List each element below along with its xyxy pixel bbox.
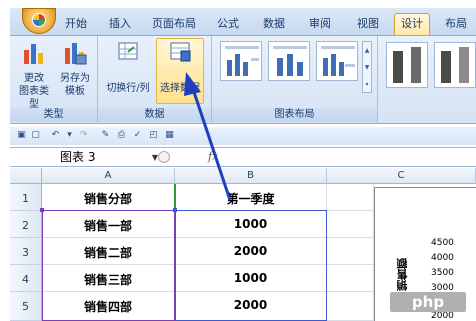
chart-layouts-group: ▲ ▼ ▾ 图表布局 <box>212 36 378 124</box>
chart-y-tick: 2000 <box>431 311 454 321</box>
cell-c3[interactable] <box>327 238 374 265</box>
tab-insert[interactable]: 插入 <box>102 14 138 34</box>
name-box[interactable]: 图表 3 ▼ <box>50 149 170 166</box>
data-group: 切换行/列 选择数据 数据 <box>98 36 212 124</box>
switch-row-column-label: 切换行/列 <box>106 83 150 94</box>
switch-row-column-icon <box>118 42 138 60</box>
formula-circle-icon <box>158 151 170 163</box>
cell-c2[interactable] <box>327 211 374 238</box>
fx-icon[interactable]: fx <box>208 150 218 163</box>
tab-design[interactable]: 设计 <box>394 13 430 35</box>
cell-c1[interactable] <box>327 184 374 211</box>
preview-icon[interactable]: ◰ <box>148 130 159 141</box>
save-as-template-button[interactable]: 另存为 模板 <box>56 40 94 98</box>
cell-a1[interactable]: 销售分部 <box>42 184 175 211</box>
save-as-template-label-2: 模板 <box>65 86 85 97</box>
new-doc-icon[interactable]: ▢ <box>30 130 41 141</box>
select-data-label: 选择数据 <box>160 83 200 94</box>
cell-b1[interactable]: 第一季度 <box>175 184 327 211</box>
chart-y-tick: 4500 <box>431 238 454 248</box>
range-handle-blue[interactable] <box>173 208 177 212</box>
series-name-marker <box>174 184 176 211</box>
column-header-b[interactable]: B <box>175 168 327 184</box>
cell-c5[interactable] <box>327 292 374 321</box>
chart-layout-3[interactable] <box>316 41 358 81</box>
undo-dropdown-icon[interactable]: ▾ <box>64 130 75 141</box>
chart-y-axis-label: 销售额 <box>396 258 409 291</box>
tab-page-layout[interactable]: 页面布局 <box>146 14 202 34</box>
tab-data[interactable]: 数据 <box>256 14 292 34</box>
select-data-icon <box>170 42 191 62</box>
category-range-highlight <box>42 210 175 321</box>
type-group: 更改 图表类型 另存为 模板 类型 <box>10 36 98 124</box>
value-range-highlight <box>175 210 327 321</box>
office-button[interactable] <box>22 8 56 34</box>
chart-style-2[interactable] <box>434 42 476 88</box>
column-header-a[interactable]: A <box>42 168 175 184</box>
row-header-3[interactable]: 3 <box>10 238 42 265</box>
row-header-5[interactable]: 5 <box>10 292 42 321</box>
chart-y-tick: 3500 <box>431 268 454 278</box>
row-header-1[interactable]: 1 <box>10 184 42 211</box>
print-icon[interactable]: ⎙ <box>116 130 127 141</box>
tab-view[interactable]: 视图 <box>350 14 386 34</box>
change-chart-type-label-1: 更改 <box>24 73 44 84</box>
ribbon-tab-strip: 开始 插入 页面布局 公式 数据 审阅 视图 设计 布局 <box>10 8 476 36</box>
tab-home[interactable]: 开始 <box>58 14 94 34</box>
save-as-template-label-1: 另存为 <box>60 73 90 84</box>
column-header-c[interactable]: C <box>327 168 476 184</box>
tab-layout[interactable]: 布局 <box>438 14 474 34</box>
grid-icon[interactable]: ▦ <box>164 130 175 141</box>
select-all-corner[interactable] <box>10 168 42 184</box>
save-as-template-icon <box>65 43 87 65</box>
paint-icon[interactable]: ✎ <box>100 130 111 141</box>
select-data-button[interactable]: 选择数据 <box>156 40 204 95</box>
name-box-value: 图表 3 <box>60 150 96 164</box>
quick-access-toolbar: ▣ ▢ ↶ ▾ ↷ ✎ ⎙ ✓ ◰ ▦ <box>10 127 476 145</box>
cell-c4[interactable] <box>327 265 374 292</box>
tab-formulas[interactable]: 公式 <box>210 14 246 34</box>
office-logo-icon <box>32 13 46 27</box>
chart-style-1[interactable] <box>386 42 428 88</box>
watermark-logo: php <box>390 292 466 312</box>
undo-icon[interactable]: ↶ <box>50 130 61 141</box>
spellcheck-icon[interactable]: ✓ <box>132 130 143 141</box>
save-icon[interactable]: ▣ <box>16 130 27 141</box>
ribbon: 更改 图表类型 另存为 模板 类型 切换行/列 选择数据 数据 ▲ ▼ ▾ 图表… <box>10 36 476 124</box>
data-group-label: 数据 <box>98 108 211 122</box>
redo-icon[interactable]: ↷ <box>78 130 89 141</box>
tab-review[interactable]: 审阅 <box>302 14 338 34</box>
chart-y-tick: 4000 <box>431 253 454 263</box>
chart-layout-2[interactable] <box>268 41 310 81</box>
row-header-2[interactable]: 2 <box>10 211 42 238</box>
formula-bar: 图表 3 ▼ fx <box>10 147 476 167</box>
change-chart-type-icon <box>24 44 43 64</box>
type-group-label: 类型 <box>10 108 97 122</box>
range-handle-purple[interactable] <box>40 208 44 212</box>
change-chart-type-button[interactable]: 更改 图表类型 <box>16 40 52 111</box>
excel-window: 开始 插入 页面布局 公式 数据 审阅 视图 设计 布局 更改 图表类型 另存为… <box>0 0 476 321</box>
chart-layout-1[interactable] <box>220 41 262 81</box>
chart-layouts-group-label: 图表布局 <box>212 108 377 122</box>
row-header-4[interactable]: 4 <box>10 265 42 292</box>
switch-row-column-button[interactable]: 切换行/列 <box>104 40 152 95</box>
layouts-scroll[interactable]: ▲ ▼ ▾ <box>362 41 372 93</box>
